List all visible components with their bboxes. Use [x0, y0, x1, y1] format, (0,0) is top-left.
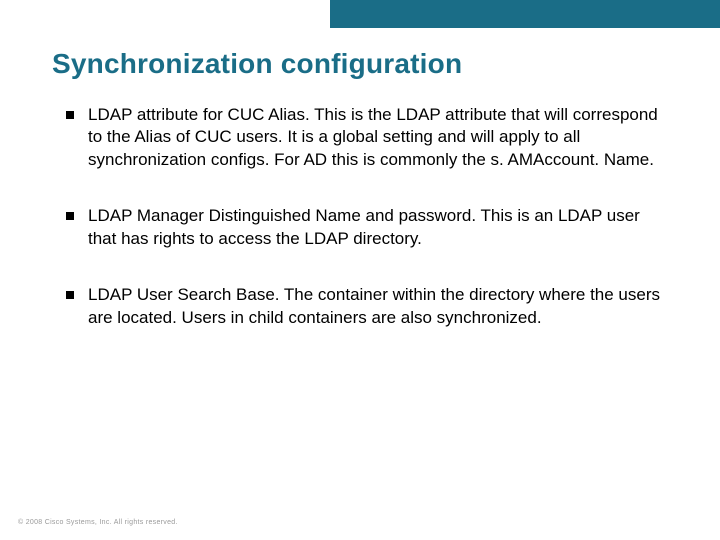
copyright-footer: © 2008 Cisco Systems, Inc. All rights re… [18, 519, 178, 526]
list-item: LDAP Manager Distinguished Name and pass… [60, 205, 670, 250]
bullet-text: LDAP User Search Base. The container wit… [88, 285, 660, 326]
bullet-text: LDAP attribute for CUC Alias. This is th… [88, 105, 658, 169]
list-item: LDAP attribute for CUC Alias. This is th… [60, 104, 670, 171]
header-accent-bar [330, 0, 720, 28]
list-item: LDAP User Search Base. The container wit… [60, 284, 670, 329]
slide-body: LDAP attribute for CUC Alias. This is th… [60, 104, 670, 363]
bullet-text: LDAP Manager Distinguished Name and pass… [88, 206, 640, 247]
slide-title: Synchronization configuration [52, 48, 462, 80]
